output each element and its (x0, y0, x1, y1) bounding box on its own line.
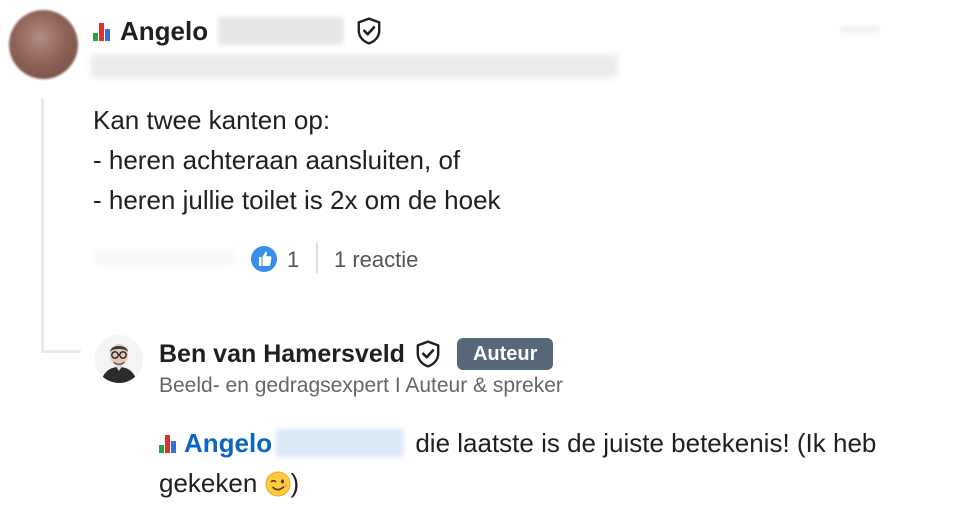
reply-text-segment: gekeken (159, 468, 258, 498)
comment-author[interactable]: Angelo (93, 14, 382, 48)
comment-line: - heren jullie toilet is 2x om de hoek (93, 185, 501, 215)
mention-link[interactable]: Angelo (184, 428, 272, 458)
shield-check-icon (416, 340, 440, 368)
portrait-image (95, 335, 143, 383)
reply-text-segment: die laatste is de juiste betekenis! (Ik … (415, 428, 877, 458)
thumbs-up-reaction-icon[interactable] (250, 245, 278, 273)
winking-face-emoji-icon (265, 471, 291, 497)
reply-author[interactable]: Ben van Hamersveld Auteur (159, 334, 554, 374)
author-name[interactable]: Ben van Hamersveld (159, 340, 405, 369)
shield-check-icon (357, 17, 381, 45)
avatar[interactable] (9, 10, 78, 79)
reply-text-segment: ) (290, 468, 300, 498)
redacted-surname (218, 17, 345, 45)
thread-line (41, 98, 44, 352)
comment-line: Kan twee kanten op: (93, 105, 331, 135)
bar-chart-emoji-icon (93, 21, 114, 41)
avatar[interactable] (95, 335, 143, 383)
redacted-mention-surname (276, 429, 405, 457)
bar-chart-emoji-icon (159, 433, 180, 453)
more-options-icon[interactable] (840, 26, 880, 34)
author-badge: Auteur (456, 338, 554, 370)
comment-line: - heren achteraan aansluiten, of (93, 145, 461, 175)
comment-actions[interactable] (94, 250, 234, 266)
author-headline: Beeld- en gedragsexpert I Auteur & sprek… (159, 374, 563, 397)
reply-count-link[interactable]: 1 reactie (334, 246, 418, 274)
reply-text: Angelo die laatste is de juiste betekeni… (159, 423, 959, 503)
author-name[interactable]: Angelo (120, 16, 208, 47)
thread-connector (41, 350, 81, 353)
redacted-headline (90, 54, 618, 78)
divider (316, 243, 318, 273)
comment-text: Kan twee kanten op: - heren achteraan aa… (93, 100, 501, 220)
like-count[interactable]: 1 (287, 246, 299, 274)
